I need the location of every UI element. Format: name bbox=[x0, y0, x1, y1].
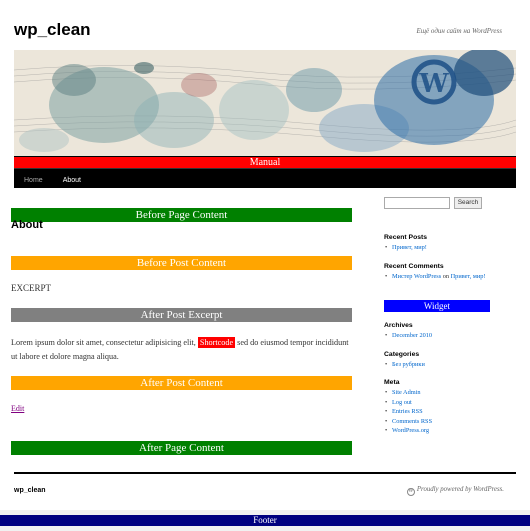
before-post-content-bar: Before Post Content bbox=[11, 256, 352, 270]
meta-title: Meta bbox=[384, 379, 400, 386]
footer-divider bbox=[14, 472, 516, 474]
post-body: Lorem ipsum dolor sit amet, consectetur … bbox=[11, 336, 352, 364]
header-menu-label: Manual bbox=[14, 156, 516, 168]
recent-comment-item: Мистер WordPress on Привет, мир! bbox=[384, 272, 496, 282]
meta-item-site-admin[interactable]: Site Admin bbox=[384, 388, 432, 398]
categories-title: Categories bbox=[384, 351, 420, 358]
footer-site-title[interactable]: wp_clean bbox=[14, 487, 46, 494]
comment-on-text: on bbox=[442, 273, 450, 280]
header-image: W bbox=[14, 50, 516, 156]
recent-comments-title: Recent Comments bbox=[384, 263, 444, 270]
after-page-content-bar: After Page Content bbox=[11, 441, 352, 455]
footer-credit: W Proudly powered by WordPress. bbox=[406, 486, 504, 496]
meta-item-wordpress-org[interactable]: WordPress.org bbox=[384, 426, 432, 436]
footer-bar: Footer bbox=[0, 515, 530, 526]
archive-item[interactable]: December 2010 bbox=[384, 331, 432, 341]
before-page-content-bar: Before Page Content bbox=[11, 208, 352, 222]
recent-posts-list: Привет, мир! bbox=[384, 243, 427, 253]
meta-item-comments-rss[interactable]: Comments RSS bbox=[384, 417, 432, 427]
category-item[interactable]: Без рубрики bbox=[384, 360, 425, 370]
categories-list: Без рубрики bbox=[384, 360, 425, 370]
site-title[interactable]: wp_clean bbox=[14, 20, 91, 40]
comment-author-link[interactable]: Мистер WordPress bbox=[392, 273, 441, 280]
meta-item-log-out[interactable]: Log out bbox=[384, 398, 432, 408]
site-description: Ещё один сайт на WordPress bbox=[416, 27, 503, 35]
wordpress-logo-icon: W bbox=[406, 488, 415, 496]
search-input[interactable] bbox=[384, 197, 450, 209]
footer-credit-text[interactable]: Proudly powered by WordPress. bbox=[417, 486, 504, 493]
widget-bar: Widget bbox=[384, 300, 490, 312]
after-post-content-bar: After Post Content bbox=[11, 376, 352, 390]
archives-title: Archives bbox=[384, 322, 413, 329]
archives-list: December 2010 bbox=[384, 331, 432, 341]
recent-comments-list: Мистер WordPress on Привет, мир! bbox=[384, 272, 496, 282]
comment-post-link[interactable]: Привет, мир! bbox=[451, 273, 486, 280]
shortcode-highlight: Shortcode bbox=[197, 337, 236, 348]
post-excerpt: EXCERPT bbox=[11, 283, 52, 293]
post-body-text-start: Lorem ipsum dolor sit amet, consectetur … bbox=[11, 338, 198, 347]
meta-list: Site Admin Log out Entries RSS Comments … bbox=[384, 388, 432, 436]
main-navigation: Home About bbox=[14, 168, 516, 188]
header-artwork: W bbox=[14, 50, 516, 156]
after-post-excerpt-bar: After Post Excerpt bbox=[11, 308, 352, 322]
recent-posts-title: Recent Posts bbox=[384, 234, 428, 241]
nav-item-home[interactable]: Home bbox=[14, 171, 49, 190]
post-title: About bbox=[11, 219, 43, 231]
meta-item-entries-rss[interactable]: Entries RSS bbox=[384, 407, 432, 417]
svg-text:W: W bbox=[418, 69, 449, 99]
edit-link[interactable]: Edit bbox=[11, 404, 24, 413]
recent-post-item[interactable]: Привет, мир! bbox=[384, 243, 427, 253]
search-button[interactable]: Search bbox=[454, 197, 482, 209]
nav-item-about[interactable]: About bbox=[53, 171, 87, 190]
page-wrapper: wp_clean Ещё один сайт на WordPress W Ma… bbox=[0, 0, 530, 510]
